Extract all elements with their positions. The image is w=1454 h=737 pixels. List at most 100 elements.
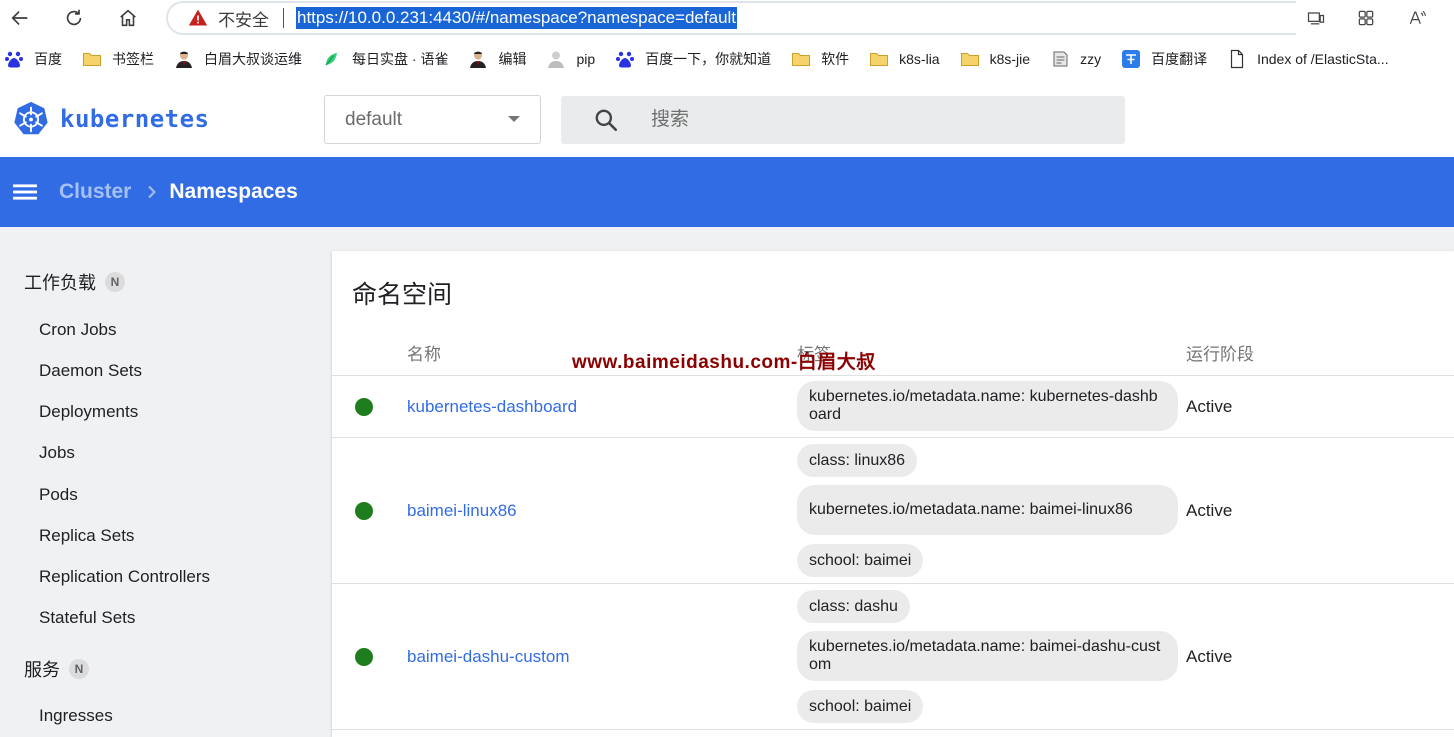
nav-group-label: 工作负载 — [24, 273, 96, 293]
bookmark-item[interactable]: pip — [546, 47, 595, 71]
search-icon — [593, 107, 619, 133]
namespaced-badge: N — [105, 272, 125, 292]
address-bar[interactable]: 不安全 https://10.0.0.231:4430/#/namespace?… — [166, 1, 1296, 35]
device-emulation-button[interactable] — [1303, 5, 1329, 31]
baidu-paw-icon — [4, 49, 24, 69]
menu-button[interactable] — [12, 179, 38, 205]
bookmark-label: pip — [576, 51, 596, 67]
label-chip: school: baimei — [797, 690, 924, 723]
avatar-icon — [174, 49, 194, 69]
bookmark-item[interactable]: 百度翻译 — [1121, 47, 1207, 71]
search-input[interactable] — [651, 109, 1071, 131]
avatar-gray-icon — [546, 49, 566, 69]
sidebar-item-replication-controllers[interactable]: Replication Controllers — [39, 567, 210, 587]
bookmark-item[interactable]: 编辑 — [468, 47, 526, 71]
apps-button[interactable] — [1353, 5, 1379, 31]
kubernetes-helm-icon — [14, 101, 48, 135]
search-box[interactable] — [561, 96, 1125, 144]
nav-group-workloads[interactable]: 工作负载 N — [24, 269, 125, 295]
sidebar-item-replica-sets[interactable]: Replica Sets — [39, 526, 134, 546]
caret-down-icon — [508, 116, 520, 122]
warning-icon — [188, 9, 208, 26]
bookmark-item[interactable]: 百度一下，你就知道 — [615, 47, 771, 71]
status-ok-icon — [355, 648, 373, 666]
sidebar-item-jobs[interactable]: Jobs — [39, 443, 75, 463]
namespace-link[interactable]: baimei-dashu-custom — [407, 647, 570, 667]
baidu-paw-icon — [615, 49, 635, 69]
sidebar-item-stateful-sets[interactable]: Stateful Sets — [39, 608, 135, 628]
bookmark-item[interactable]: k8s-lia — [869, 47, 940, 71]
column-header-phase[interactable]: 运行阶段 — [1186, 340, 1254, 365]
status-ok-icon — [355, 398, 373, 416]
bookmark-label: 百度 — [34, 51, 62, 67]
table-row[interactable]: baimei-linux86 class: linux86 kubernetes… — [332, 437, 1454, 583]
nav-group-label: 服务 — [24, 660, 60, 680]
sidebar-item-daemon-sets[interactable]: Daemon Sets — [39, 361, 142, 381]
namespace-link[interactable]: baimei-linux86 — [407, 501, 517, 521]
not-secure-label[interactable]: 不安全 — [218, 6, 269, 31]
bookmark-label: k8s-jie — [989, 51, 1031, 67]
main-content: 命名空间 名称 标签 运行阶段 www.baimeidashu.com-白眉大叔… — [332, 227, 1454, 737]
namespaces-card: 命名空间 名称 标签 运行阶段 www.baimeidashu.com-白眉大叔… — [332, 251, 1454, 737]
bookmark-item[interactable]: 白眉大叔谈运维 — [174, 47, 302, 71]
folder-icon — [82, 49, 102, 69]
namespace-selector[interactable]: default — [324, 95, 541, 144]
bookmark-item[interactable]: Index of /ElasticSta... — [1227, 47, 1389, 71]
reload-button[interactable] — [60, 4, 88, 32]
breadcrumb-toolbar: Cluster Namespaces — [0, 157, 1454, 227]
folder-icon — [791, 49, 811, 69]
sidebar-item-ingresses[interactable]: Ingresses — [39, 706, 113, 726]
address-separator — [283, 8, 284, 28]
column-header-name[interactable]: 名称 — [407, 340, 441, 365]
translate-icon — [1121, 49, 1141, 69]
bookmark-label: k8s-lia — [899, 51, 940, 67]
bookmark-item[interactable]: k8s-jie — [960, 47, 1030, 71]
bookmark-label: 编辑 — [498, 51, 527, 67]
sidebar-item-deployments[interactable]: Deployments — [39, 402, 138, 422]
url-text[interactable]: https://10.0.0.231:4430/#/namespace?name… — [296, 7, 738, 29]
sidebar-item-cron-jobs[interactable]: Cron Jobs — [39, 320, 116, 340]
browser-toolbar: 不安全 https://10.0.0.231:4430/#/namespace?… — [0, 0, 1454, 36]
bookmark-item[interactable]: 软件 — [791, 47, 849, 71]
breadcrumb-cluster[interactable]: Cluster — [59, 180, 131, 204]
watermark-text: www.baimeidashu.com-白眉大叔 — [572, 352, 876, 373]
folder-icon — [869, 49, 889, 69]
read-aloud-icon — [1409, 10, 1426, 25]
read-aloud-button[interactable] — [1404, 5, 1430, 31]
home-icon — [120, 9, 136, 27]
bookmark-item[interactable]: zzy — [1050, 47, 1101, 71]
namespace-link[interactable]: kubernetes-dashboard — [407, 397, 577, 417]
device-icon — [1307, 12, 1325, 25]
table-row[interactable]: kubernetes-dashboard kubernetes.io/metad… — [332, 375, 1454, 437]
hamburger-menu-icon — [13, 184, 37, 200]
namespaced-badge: N — [69, 659, 89, 679]
folder-icon — [960, 49, 980, 69]
breadcrumb-current: Namespaces — [169, 180, 298, 203]
nav-group-services[interactable]: 服务 N — [24, 656, 89, 682]
arrow-left-icon — [11, 10, 28, 26]
bookmark-label: 百度翻译 — [1151, 51, 1208, 67]
bookmark-item[interactable]: 书签栏 — [82, 47, 154, 71]
bookmark-item[interactable]: 每日实盘 · 语雀 — [322, 47, 448, 71]
table-row-partial — [332, 729, 1454, 737]
bookmarks-bar: 百度 书签栏 白眉大叔谈运维 每日实盘 · 语雀 编辑 pip 百度一下，你就知道 软件 k8s… — [0, 42, 1454, 76]
phase-value: Active — [1186, 501, 1233, 520]
label-chip: school: baimei — [797, 544, 924, 577]
sidebar-item-pods[interactable]: Pods — [39, 485, 78, 505]
label-chip: kubernetes.io/metadata.name: kubernetes-… — [797, 381, 1178, 431]
bookmark-label: 软件 — [821, 51, 850, 67]
home-button[interactable] — [114, 4, 142, 32]
label-chip: kubernetes.io/metadata.name: baimei-linu… — [797, 485, 1178, 535]
status-ok-icon — [355, 502, 373, 520]
phase-value: Active — [1186, 647, 1233, 666]
chevron-right-icon — [148, 185, 157, 199]
bookmark-item[interactable]: 百度 — [4, 47, 62, 71]
grid-icon — [1358, 10, 1374, 26]
label-chip: class: dashu — [797, 590, 910, 623]
label-chip: kubernetes.io/metadata.name: baimei-dash… — [797, 631, 1178, 681]
kubernetes-logo[interactable]: kubernetes — [12, 100, 210, 138]
back-button[interactable] — [6, 4, 34, 32]
table-row[interactable]: baimei-dashu-custom class: dashu kuberne… — [332, 583, 1454, 729]
bookmark-label: zzy — [1080, 51, 1102, 67]
logo-text: kubernetes — [60, 105, 210, 133]
